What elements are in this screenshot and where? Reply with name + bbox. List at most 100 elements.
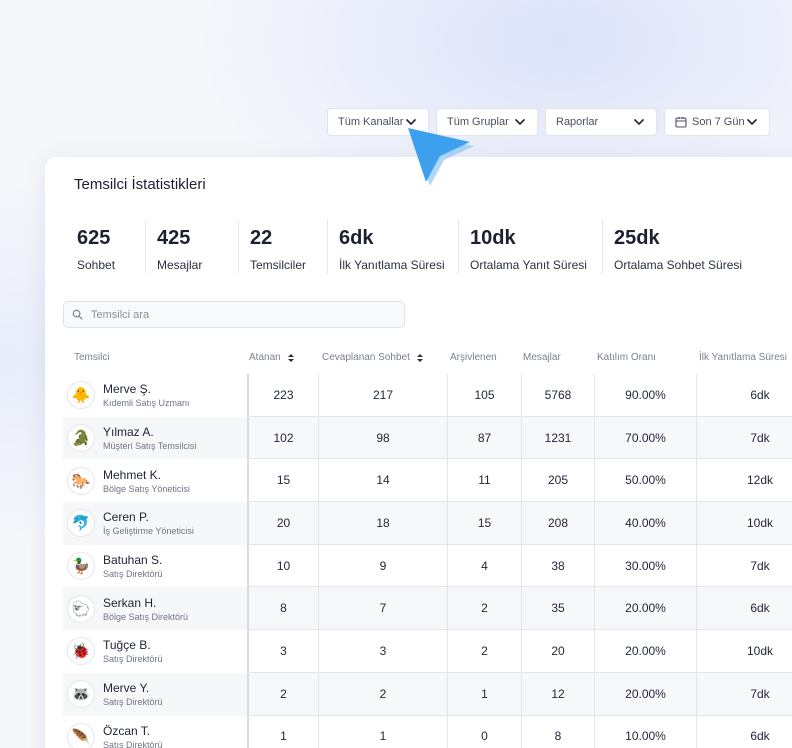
col-answered[interactable]: Cevaplanan Sohbet <box>322 352 424 363</box>
answered-cell: 7 <box>318 587 447 631</box>
card-title: Temsilci İstatistikleri <box>74 176 206 193</box>
agent-role: Satış Direktörü <box>103 654 163 665</box>
agent-role: İş Geliştirme Yöneticisi <box>103 526 194 537</box>
col-archived[interactable]: Arşivlenen <box>450 352 497 363</box>
search-icon <box>72 309 83 320</box>
agent-info: Serkan H. Bölge Satış Direktörü <box>103 596 188 622</box>
table-row[interactable]: 🪶 Özcan T. Satış Direktörü 1 1 0 8 10.00% 6dk <box>63 715 792 748</box>
table-row[interactable]: 🐎 Mehmet K. Bölge Satış Yöneticisi 15 14 11 20… <box>63 459 792 503</box>
answered-cell: 18 <box>318 502 447 545</box>
messages-cell: 205 <box>521 459 594 503</box>
assigned-cell: 10 <box>247 544 318 588</box>
agent-role: Bölge Satış Yöneticisi <box>103 483 190 494</box>
col-label: Atanan <box>249 352 281 363</box>
col-assigned[interactable]: Atanan <box>249 352 295 363</box>
sort-icon[interactable] <box>287 353 295 363</box>
first-response-cell: 6dk <box>696 587 792 631</box>
chevron-down-icon <box>634 119 644 125</box>
col-label: Katılım Oranı <box>597 352 656 363</box>
answered-cell: 2 <box>318 672 447 716</box>
agent-role: Satış Direktörü <box>103 739 163 748</box>
agent-name: Tuğçe B. <box>103 638 151 653</box>
stat-avg-chat: 25dk Ortalama Sohbet Süresi <box>603 220 773 274</box>
col-agent[interactable]: Temsilci <box>74 352 110 363</box>
stat-label: Ortalama Yanıt Süresi <box>470 258 587 272</box>
sheep-icon: 🐑 <box>67 594 95 623</box>
agent-name: Batuhan S. <box>103 553 163 568</box>
messages-cell: 208 <box>521 502 594 545</box>
archived-cell: 15 <box>447 502 521 545</box>
participation-cell: 50.00% <box>594 459 696 503</box>
calendar-icon <box>675 117 687 128</box>
archived-cell: 105 <box>447 374 521 417</box>
participation-cell: 20.00% <box>594 672 696 716</box>
table-row[interactable]: 🐊 Yılmaz A. Müşteri Satış Temsilcisi 102 98 8… <box>63 416 792 460</box>
answered-cell: 217 <box>318 374 447 417</box>
answered-cell: 1 <box>318 715 447 748</box>
table-row[interactable]: 🦝 Merve Y. Satış Direktörü 2 2 1 12 20.00% 7dk <box>63 672 792 716</box>
agent-role: Bölge Satış Direktörü <box>103 611 189 622</box>
agent-name: Serkan H. <box>103 595 157 610</box>
sort-icon[interactable] <box>416 353 424 363</box>
search-placeholder: Temsilci ara <box>91 308 150 321</box>
assigned-cell: 20 <box>247 502 318 545</box>
table-row[interactable]: 🦆 Batuhan S. Satış Direktörü 10 9 4 38 30.00% 7d… <box>63 544 792 588</box>
stat-value: 10dk <box>470 227 516 249</box>
answered-cell: 14 <box>318 459 447 503</box>
chevron-down-icon <box>515 119 525 125</box>
raccoon-icon: 🦝 <box>67 680 95 709</box>
assigned-cell: 1 <box>247 715 318 748</box>
chevron-down-icon <box>747 119 757 125</box>
participation-cell: 40.00% <box>594 502 696 545</box>
reports-dropdown[interactable]: Raporlar <box>545 108 657 136</box>
agent-info: Mehmet K. Bölge Satış Yöneticisi <box>103 468 190 494</box>
table-row[interactable]: 🐬 Ceren P. İş Geliştirme Yöneticisi 20 18 15 2… <box>63 502 792 545</box>
stat-chats: 625 Sohbet <box>66 220 146 274</box>
answered-cell: 9 <box>318 544 447 588</box>
assigned-cell: 3 <box>247 630 318 673</box>
agent-info: Özcan T. Satış Direktörü <box>103 724 163 748</box>
messages-cell: 38 <box>521 544 594 588</box>
table-header: Temsilci Atanan Cevaplanan Sohbet Arşivl… <box>45 347 792 369</box>
stat-label: Ortalama Sohbet Süresi <box>614 258 743 272</box>
col-messages[interactable]: Mesajlar <box>523 352 561 363</box>
first-response-cell: 6dk <box>696 374 792 417</box>
ladybug-icon: 🐞 <box>67 637 95 666</box>
first-response-cell: 7dk <box>696 416 792 460</box>
stat-label: Mesajlar <box>157 258 203 272</box>
agent-role: Müşteri Satış Temsilcisi <box>103 441 197 452</box>
reports-dropdown-label: Raporlar <box>556 116 599 128</box>
agent-name: Merve Y. <box>103 681 150 696</box>
archived-cell: 1 <box>447 672 521 716</box>
archived-cell: 87 <box>447 416 521 460</box>
stat-label: Sohbet <box>77 258 116 272</box>
agent-cell: 🪶 Özcan T. Satış Direktörü <box>63 716 247 748</box>
date-range-dropdown[interactable]: Son 7 Gün <box>664 108 770 136</box>
col-label: Mesajlar <box>523 352 561 363</box>
dolphin-icon: 🐬 <box>67 509 95 538</box>
pointer-cursor-icon <box>408 128 474 186</box>
agent-search-input[interactable]: Temsilci ara <box>63 301 405 328</box>
col-label: Arşivlenen <box>450 352 497 363</box>
table-row[interactable]: 🐑 Serkan H. Bölge Satış Direktörü 8 7 2 35 20.0… <box>63 587 792 631</box>
horse-icon: 🐎 <box>67 466 95 495</box>
channels-dropdown-label: Tüm Kanallar <box>338 116 404 128</box>
col-participation[interactable]: Katılım Oranı <box>597 352 656 363</box>
date-range-label: Son 7 Gün <box>692 116 745 128</box>
duck-icon: 🦆 <box>67 552 95 581</box>
stat-value: 625 <box>77 227 111 249</box>
agent-role: Satış Direktörü <box>103 697 163 708</box>
first-response-cell: 10dk <box>696 502 792 545</box>
stat-avg-response: 10dk Ortalama Yanıt Süresi <box>459 220 603 274</box>
messages-cell: 20 <box>521 630 594 673</box>
col-first-response[interactable]: İlk Yanıtlama Süresi <box>699 352 787 363</box>
table-row[interactable]: 🐞 Tuğçe B. Satış Direktörü 3 3 2 20 20.00% 10dk <box>63 630 792 673</box>
agent-info: Merve Ş. Kıdemli Satış Uzmanı <box>103 382 190 408</box>
agent-cell: 🐊 Yılmaz A. Müşteri Satış Temsilcisi <box>63 417 247 460</box>
messages-cell: 1231 <box>521 416 594 460</box>
table-row[interactable]: 🐥 Merve Ş. Kıdemli Satış Uzmanı 223 217 105 57… <box>63 374 792 417</box>
stat-messages: 425 Mesajlar <box>146 220 239 274</box>
agent-name: Yılmaz A. <box>103 425 154 440</box>
messages-cell: 5768 <box>521 374 594 417</box>
stat-label: Temsilciler <box>250 258 307 272</box>
